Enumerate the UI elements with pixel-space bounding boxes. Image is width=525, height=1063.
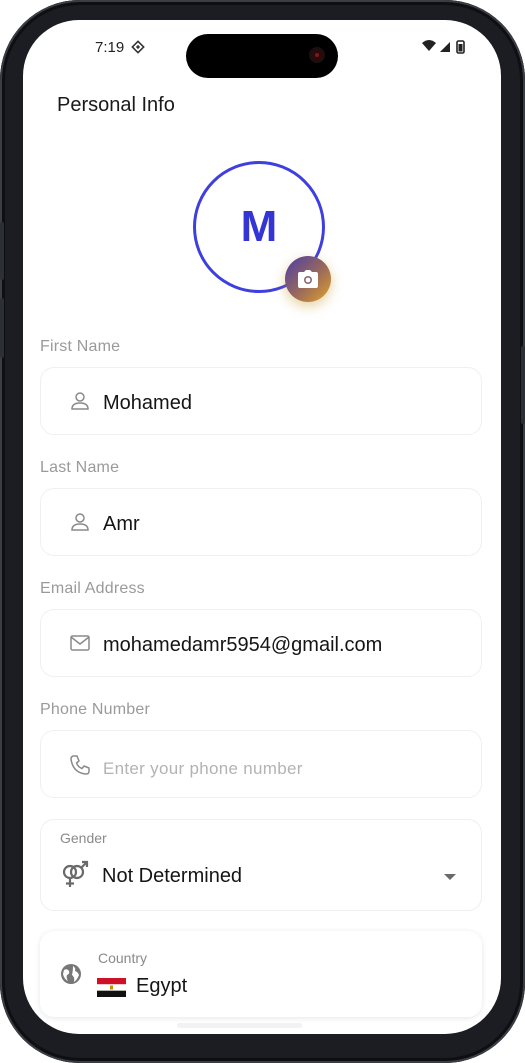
- egypt-flag-icon: [97, 978, 126, 997]
- status-bar: 7:19: [23, 20, 501, 78]
- phone-placeholder: Enter your phone number: [103, 759, 303, 778]
- front-camera-icon: [311, 49, 323, 61]
- dropdown-caret-icon: [444, 874, 456, 880]
- volume-down-button: [0, 298, 4, 358]
- phone-icon: [70, 755, 90, 775]
- app-screen: 7:19 Personal Info M First Name Mohamed …: [23, 20, 501, 1034]
- gender-select[interactable]: Gender Not Determined: [40, 819, 482, 911]
- camera-icon: [298, 270, 318, 288]
- person-icon: [71, 392, 89, 410]
- mail-icon: [70, 635, 90, 651]
- cellular-icon: [440, 42, 450, 52]
- system-status-icons: [422, 40, 465, 54]
- first-name-field[interactable]: Mohamed: [40, 367, 482, 435]
- page-title: Personal Info: [57, 94, 175, 116]
- last-name-field[interactable]: Amr: [40, 488, 482, 556]
- location-diamond-icon: [131, 40, 145, 54]
- gender-value: Not Determined: [102, 865, 243, 887]
- gender-label: Gender: [60, 830, 107, 846]
- country-value: Egypt: [136, 975, 188, 997]
- change-photo-button[interactable]: [285, 256, 331, 302]
- phone-label: Phone Number: [40, 701, 151, 718]
- power-button: [521, 346, 525, 424]
- first-name-value: Mohamed: [103, 392, 192, 414]
- last-name-value: Amr: [103, 513, 140, 535]
- email-label: Email Address: [40, 580, 145, 597]
- wifi-icon: [422, 40, 436, 51]
- phone-frame: 7:19 Personal Info M First Name Mohamed …: [0, 0, 525, 1063]
- gender-icon: [62, 860, 89, 887]
- email-value: mohamedamr5954@gmail.com: [103, 634, 383, 656]
- email-field[interactable]: mohamedamr5954@gmail.com: [40, 609, 482, 677]
- country-label: Country: [98, 950, 148, 966]
- phone-field[interactable]: Enter your phone number: [40, 730, 482, 798]
- volume-up-button: [0, 222, 4, 280]
- country-select[interactable]: Country Egypt: [40, 931, 482, 1017]
- globe-icon: [61, 964, 81, 984]
- first-name-label: First Name: [40, 338, 121, 355]
- status-time: 7:19: [95, 39, 125, 56]
- person-icon: [71, 513, 89, 531]
- last-name-label: Last Name: [40, 459, 120, 476]
- home-indicator[interactable]: [177, 1023, 302, 1028]
